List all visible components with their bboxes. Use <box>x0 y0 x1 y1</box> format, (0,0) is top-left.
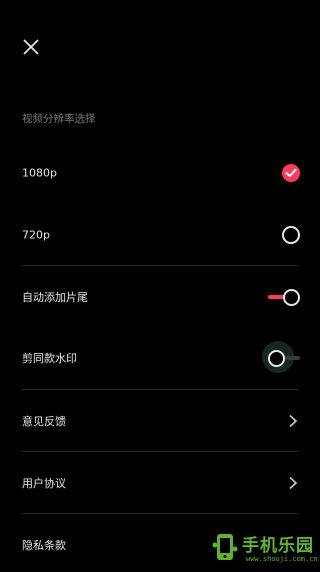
auto-add-ending-toggle[interactable] <box>268 287 300 307</box>
phone-logo-icon <box>212 534 238 560</box>
watermark-text: 手机乐园 <box>242 536 314 556</box>
capcut-watermark-label: 剪同款水印 <box>22 352 77 365</box>
toggle-knob <box>283 289 300 306</box>
chevron-right-icon <box>289 414 298 428</box>
close-button[interactable] <box>20 36 42 58</box>
watermark-url: www.shouji.com.cn <box>246 555 318 563</box>
divider <box>22 451 298 452</box>
checkmark-icon <box>285 168 297 177</box>
auto-add-ending-label: 自动添加片尾 <box>22 291 88 304</box>
capcut-watermark-toggle[interactable] <box>262 341 300 373</box>
chevron-right-icon <box>289 476 298 490</box>
privacy-policy-label: 隐私条款 <box>22 539 66 552</box>
divider <box>22 265 298 266</box>
close-icon <box>23 39 39 55</box>
divider <box>22 513 298 514</box>
toggle-knob <box>268 350 285 367</box>
feedback-label: 意见反馈 <box>22 415 66 428</box>
resolution-option-label: 1080p <box>22 166 57 180</box>
capcut-watermark-row: 剪同款水印 <box>0 331 320 385</box>
site-watermark: 手机乐园 www.shouji.com.cn <box>212 530 320 568</box>
resolution-section-title: 视频分辨率选择 <box>22 113 96 125</box>
resolution-option-label: 720p <box>22 228 50 242</box>
user-agreement-link[interactable]: 用户协议 <box>0 456 320 510</box>
resolution-option-1080p[interactable]: 1080p <box>0 146 320 200</box>
auto-add-ending-row: 自动添加片尾 <box>0 270 320 324</box>
divider <box>22 389 298 390</box>
radio-unchecked-icon[interactable] <box>282 226 300 244</box>
user-agreement-label: 用户协议 <box>22 477 66 490</box>
resolution-option-720p[interactable]: 720p <box>0 208 320 262</box>
radio-checked-icon[interactable] <box>282 164 300 182</box>
feedback-link[interactable]: 意见反馈 <box>0 394 320 448</box>
